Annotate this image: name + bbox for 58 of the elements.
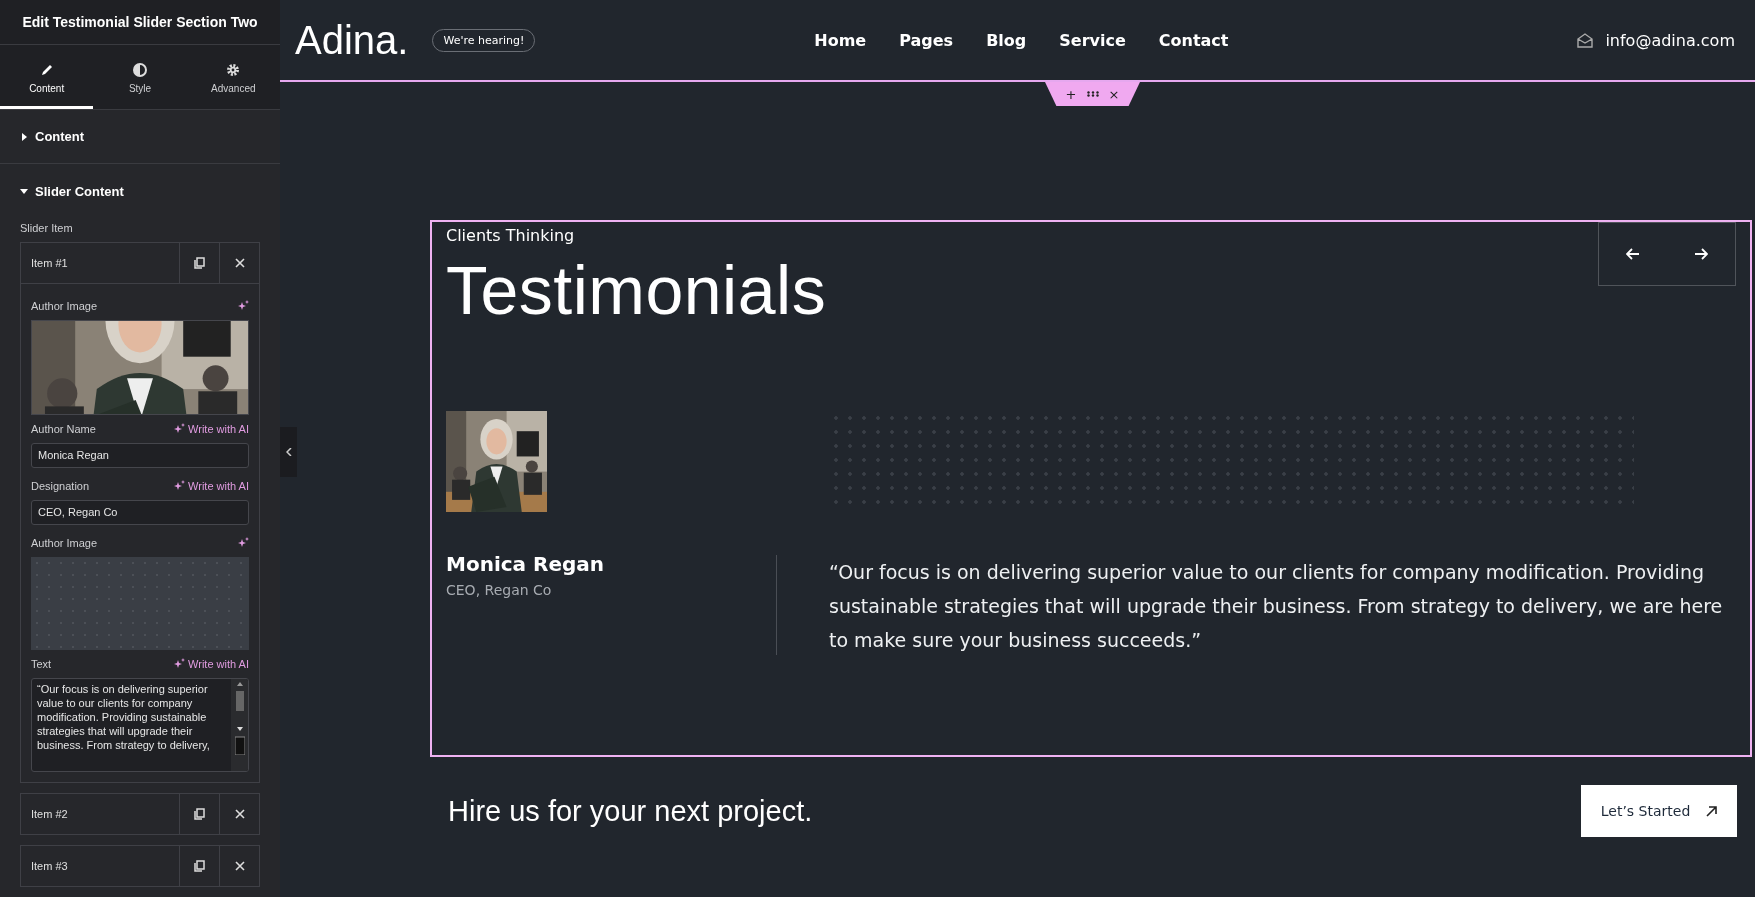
- nav-link[interactable]: Service: [1059, 30, 1126, 50]
- panel-title: Edit Testimonial Slider Section Two: [0, 0, 280, 46]
- testimonial-quote: “Our focus is on delivering superior value to our clients for company modification. Providing sustainable strategies that will upgrade their business. From strategy to delivery, we are here to make sure your business succeeds.”: [829, 560, 1724, 653]
- write-with-ai-link[interactable]: Write with AI: [174, 423, 249, 435]
- collapse-handle[interactable]: [280, 427, 297, 477]
- field-label: Designation: [31, 480, 90, 492]
- chevron-left-icon: [285, 448, 292, 456]
- nav-link[interactable]: Blog: [986, 30, 1027, 50]
- site-logo[interactable]: Adina.: [295, 17, 409, 63]
- sparkle-icon[interactable]: [174, 423, 186, 435]
- section-header[interactable]: Content: [0, 110, 280, 165]
- envelope-icon: [1577, 32, 1594, 48]
- sparkle-icon[interactable]: [238, 300, 249, 312]
- cta-button[interactable]: Let’s Started: [1581, 785, 1737, 837]
- settings-icon: [226, 63, 241, 78]
- cta-heading: Hire us for your next project.: [448, 794, 813, 828]
- arrow-up-right-icon: [1706, 805, 1718, 817]
- sparkle-icon[interactable]: [174, 658, 186, 670]
- copy-icon: [194, 808, 205, 820]
- close-button[interactable]: ×: [1108, 86, 1120, 102]
- input-field[interactable]: Monica Regan: [31, 443, 249, 468]
- section-title: Testimonials: [446, 251, 827, 329]
- field-label: Text: [31, 658, 52, 670]
- pencil-icon: [39, 63, 54, 78]
- caret-down-icon: [20, 187, 28, 196]
- copy-icon: [194, 860, 205, 872]
- email-link[interactable]: info@adina.com: [1605, 30, 1735, 50]
- close-icon: [234, 861, 245, 871]
- write-with-ai-link[interactable]: Write with AI: [174, 658, 249, 670]
- close-icon: [234, 258, 245, 268]
- sparkle-icon[interactable]: [174, 480, 186, 492]
- field-label: Author Image: [31, 300, 98, 312]
- field-label: Author Name: [31, 423, 96, 435]
- section-eyebrow: Clients Thinking: [446, 226, 576, 245]
- panel-tab[interactable]: Content: [0, 45, 94, 110]
- caret-right-icon: [20, 132, 28, 141]
- item-header[interactable]: Item #1: [21, 243, 179, 283]
- nav-link[interactable]: Contact: [1158, 30, 1229, 50]
- text-area[interactable]: “Our focus is on delivering superior value to our clients for company modification. Providing sustainable strategies that will upgrade their business. From strategy to delivery,: [31, 678, 249, 772]
- write-with-ai-link[interactable]: Write with AI: [174, 480, 249, 492]
- input-field[interactable]: CEO, Regan Co: [31, 500, 249, 525]
- panel-tab[interactable]: Style: [93, 45, 187, 110]
- panel-tab[interactable]: Advanced: [186, 45, 280, 110]
- arrow-right-icon: [1694, 248, 1708, 260]
- repeater-label: Slider Item: [19, 221, 74, 236]
- drag-handle-icon[interactable]: [1086, 91, 1099, 97]
- section-header[interactable]: Slider Content: [0, 164, 280, 218]
- nav-link[interactable]: Pages: [899, 30, 954, 50]
- author-name: Monica Regan: [446, 552, 606, 576]
- arrow-left-icon: [1626, 248, 1640, 260]
- add-button[interactable]: +: [1065, 86, 1077, 102]
- close-icon: [234, 809, 245, 819]
- field-label: Author Image: [31, 537, 98, 549]
- contrast-icon: [133, 63, 147, 78]
- copy-icon: [194, 257, 205, 269]
- nav-link[interactable]: Home: [814, 30, 867, 50]
- sparkle-icon[interactable]: [238, 537, 249, 549]
- author-designation: CEO, Regan Co: [446, 582, 553, 598]
